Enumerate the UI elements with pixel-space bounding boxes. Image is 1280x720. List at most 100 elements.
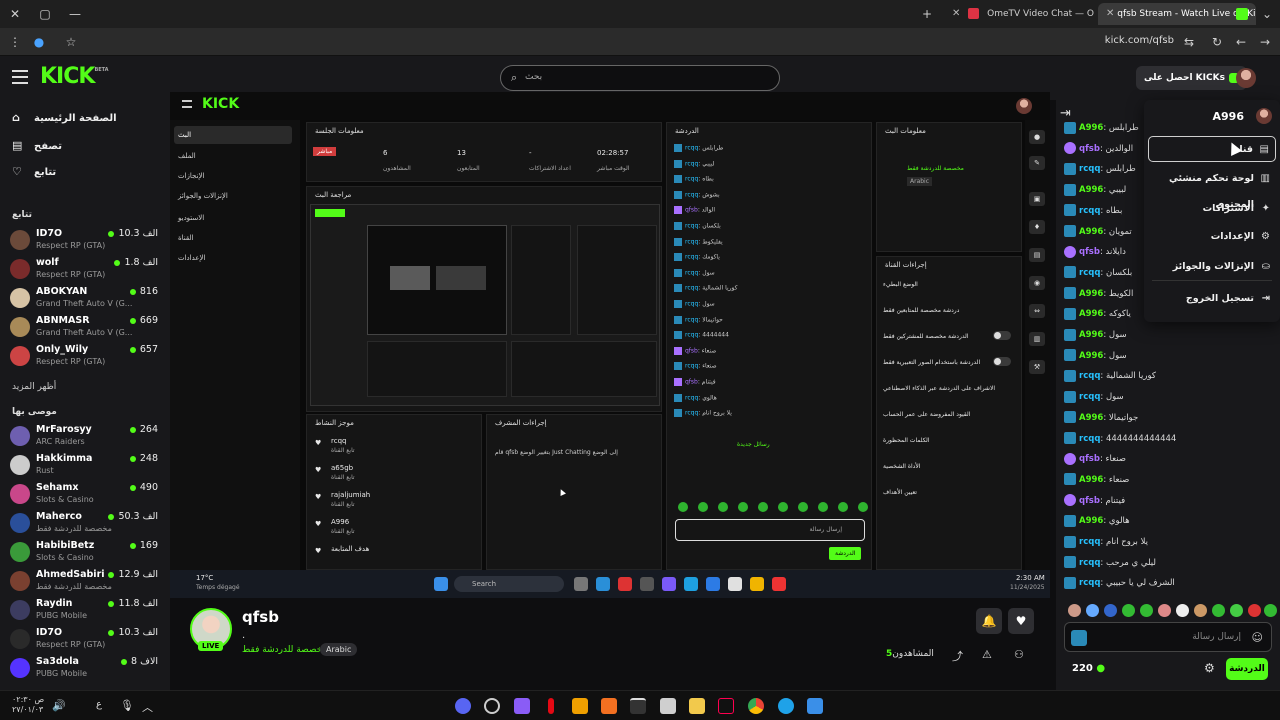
tiktok-icon[interactable] bbox=[718, 698, 734, 714]
report-icon[interactable]: ⚠ bbox=[982, 648, 992, 661]
following-channel-item[interactable]: ABNMASR Grand Theft Auto V (G... 669 bbox=[10, 313, 162, 341]
chat-message[interactable]: rcqq: كوريا الشمالية bbox=[1064, 368, 1156, 384]
os-clock[interactable]: ۰۲:۳۰ ص ۲۷/۰۱/۰۳ bbox=[12, 695, 44, 715]
following-channel-item[interactable]: ID7O Respect RP (GTA) 10.3 الف bbox=[10, 226, 162, 254]
bookmark-star-icon[interactable]: ☆ bbox=[62, 33, 80, 51]
chat-username[interactable]: A996 bbox=[1079, 516, 1103, 526]
emote-icon[interactable] bbox=[1176, 604, 1189, 617]
get-kicks-button[interactable]: احصل على KICKs bbox=[1136, 66, 1247, 90]
close-tab-icon[interactable]: ✕ bbox=[952, 8, 960, 19]
emote-icon[interactable] bbox=[1248, 604, 1261, 617]
rec-channel-item[interactable]: MrFarosyy ARC Raiders 264 bbox=[10, 422, 162, 450]
chat-message[interactable]: A996: صنعاء bbox=[1064, 472, 1129, 488]
app-icon[interactable] bbox=[601, 698, 617, 714]
nav-browse[interactable]: ▤ تصفح bbox=[12, 136, 62, 156]
notify-bell-button[interactable]: 🔔 bbox=[976, 608, 1002, 634]
chat-message[interactable]: A996: سول bbox=[1064, 348, 1127, 364]
chat-message[interactable]: rcqq: بطاه bbox=[1064, 203, 1122, 219]
browser-tab-ometv[interactable]: ✕ OmeTV Video Chat — Ome bbox=[944, 3, 1094, 25]
new-tab-icon[interactable]: + bbox=[918, 5, 936, 23]
chat-message[interactable]: qfsb: صنعاء bbox=[1064, 451, 1126, 467]
chat-username[interactable]: qfsb bbox=[1079, 496, 1100, 506]
chat-input[interactable]: إرسال رسالة ☺ bbox=[1064, 622, 1272, 652]
search-input[interactable]: ⌕ بحث bbox=[500, 65, 780, 91]
emote-icon[interactable] bbox=[1122, 604, 1135, 617]
chat-message[interactable]: A996: هالوي bbox=[1064, 513, 1130, 529]
steam-icon[interactable] bbox=[484, 698, 500, 714]
rec-channel-item[interactable]: AhmedSabiri مخصصة للدردشة فقط 12.9 الف bbox=[10, 567, 162, 595]
streamer-name[interactable]: qfsb bbox=[242, 608, 279, 626]
chat-username[interactable]: A996 bbox=[1079, 413, 1103, 423]
chat-message[interactable]: qfsb: دايلاند bbox=[1064, 244, 1126, 260]
dropdown-item[interactable]: الاشتراكات ✦ bbox=[1148, 196, 1276, 222]
chat-send-button[interactable]: الدردشة bbox=[1226, 658, 1268, 680]
following-channel-item[interactable]: ABOKYAN Grand Theft Auto V (G... 816 bbox=[10, 284, 162, 312]
kicks-balance[interactable]: 220 ● bbox=[1072, 663, 1105, 674]
edge-icon[interactable] bbox=[778, 698, 794, 714]
chat-message[interactable]: A996: جواتيمالا bbox=[1064, 410, 1138, 426]
volume-icon[interactable]: 🔊 bbox=[52, 699, 66, 712]
dropdown-item[interactable]: الإعدادات ⚙ bbox=[1148, 224, 1276, 250]
rec-channel-item[interactable]: ID7O Respect RP (GTA) 10.3 الف bbox=[10, 625, 162, 653]
windows-start-icon[interactable] bbox=[807, 698, 823, 714]
emote-icon[interactable] bbox=[1212, 604, 1225, 617]
emoji-picker-icon[interactable]: ☺ bbox=[1252, 631, 1263, 644]
chat-message[interactable]: A996: ياكوكه bbox=[1064, 306, 1131, 322]
chat-username[interactable]: A996 bbox=[1079, 289, 1103, 299]
app-icon[interactable] bbox=[630, 698, 646, 714]
chat-username[interactable]: A996 bbox=[1079, 351, 1103, 361]
collapse-chat-icon[interactable]: ⇥ bbox=[1060, 106, 1071, 121]
chat-username[interactable]: rcqq bbox=[1079, 434, 1100, 444]
chat-username[interactable]: A996 bbox=[1079, 185, 1103, 195]
stream-video-player[interactable]: KICK البث الملف الإنجازات الإنزالات والج… bbox=[170, 92, 1050, 598]
chat-message[interactable]: rcqq: يلا بروح انام bbox=[1064, 534, 1148, 550]
chat-message[interactable]: rcqq: ليلي ي مرحب bbox=[1064, 555, 1156, 571]
add-user-icon[interactable]: ⚇ bbox=[1014, 648, 1024, 661]
emote-icon[interactable] bbox=[1140, 604, 1153, 617]
show-more-link[interactable]: أظهر المزيد bbox=[12, 382, 56, 392]
file-explorer-icon[interactable] bbox=[689, 698, 705, 714]
microphone-icon[interactable]: 🎙 bbox=[120, 699, 134, 712]
emote-icon[interactable] bbox=[1194, 604, 1207, 617]
chat-username[interactable]: A996 bbox=[1079, 330, 1103, 340]
chat-username[interactable]: rcqq bbox=[1079, 392, 1100, 402]
chat-message[interactable]: rcqq: سول bbox=[1064, 389, 1124, 405]
rec-channel-item[interactable]: HabibiBetz Slots & Casino 169 bbox=[10, 538, 162, 566]
chat-settings-icon[interactable]: ⚙ bbox=[1204, 661, 1215, 675]
emote-icon[interactable] bbox=[1230, 604, 1243, 617]
close-tab-icon[interactable]: ✕ bbox=[1106, 8, 1114, 19]
chat-username[interactable]: qfsb bbox=[1079, 144, 1100, 154]
stream-category[interactable]: مخصصة للدردشة فقط bbox=[242, 645, 327, 655]
rec-channel-item[interactable]: Raydin PUBG Mobile 11.8 الف bbox=[10, 596, 162, 624]
chat-username[interactable]: A996 bbox=[1079, 227, 1103, 237]
language-indicator[interactable]: ع bbox=[96, 699, 102, 710]
chat-username[interactable]: rcqq bbox=[1079, 164, 1100, 174]
emote-icon[interactable] bbox=[1068, 604, 1081, 617]
emote-icon[interactable] bbox=[1086, 604, 1099, 617]
chat-message[interactable]: A996: طرابلس bbox=[1064, 120, 1139, 136]
follow-heart-button[interactable]: ♥ bbox=[1008, 608, 1034, 634]
minimize-window-icon[interactable]: — bbox=[66, 5, 84, 23]
back-icon[interactable]: ← bbox=[1232, 33, 1250, 51]
emote-icon[interactable] bbox=[1104, 604, 1117, 617]
chat-username[interactable]: A996 bbox=[1079, 123, 1103, 133]
menu-icon[interactable] bbox=[12, 70, 28, 84]
extension-icon[interactable]: ● bbox=[30, 33, 48, 51]
site-settings-icon[interactable]: ⇆ bbox=[1180, 33, 1198, 51]
chat-username[interactable]: rcqq bbox=[1079, 371, 1100, 381]
chat-message[interactable]: qfsb: فيتنام bbox=[1064, 493, 1125, 509]
chat-username[interactable]: rcqq bbox=[1079, 537, 1100, 547]
chat-username[interactable]: A996 bbox=[1079, 475, 1103, 485]
stream-language-tag[interactable]: Arabic bbox=[320, 643, 358, 656]
chat-message[interactable]: rcqq: بلكسان bbox=[1064, 265, 1132, 281]
chat-message[interactable]: rcqq: الشرف لي يا حبيبي bbox=[1064, 575, 1175, 591]
forward-icon[interactable]: → bbox=[1256, 33, 1274, 51]
browser-menu-icon[interactable]: ⋮ bbox=[6, 33, 24, 51]
chat-message[interactable]: rcqq: طرابلس bbox=[1064, 161, 1136, 177]
dropdown-item[interactable]: الإنزالات والجوائز ⛀ bbox=[1148, 254, 1276, 280]
chat-username[interactable]: rcqq bbox=[1079, 206, 1100, 216]
emote-icon[interactable] bbox=[1264, 604, 1277, 617]
close-window-icon[interactable]: ✕ bbox=[6, 5, 24, 23]
chat-message[interactable]: A996: سول bbox=[1064, 327, 1127, 343]
tab-list-chevron-icon[interactable]: ⌄ bbox=[1258, 5, 1276, 23]
